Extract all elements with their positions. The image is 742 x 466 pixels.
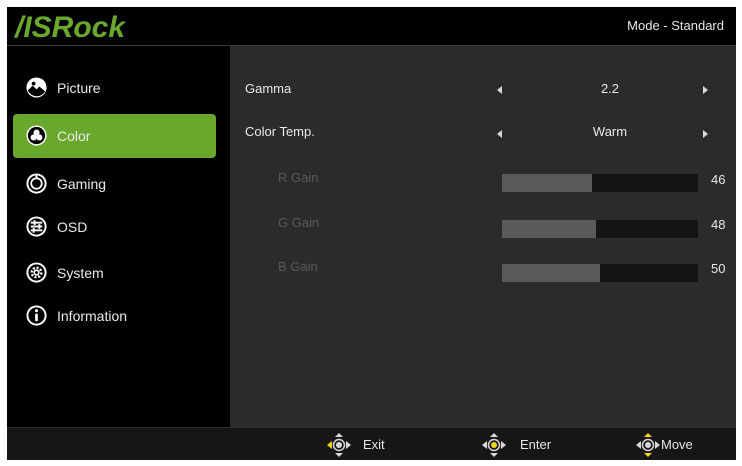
sidebar: Picture Color Gaming OSD System Informat… <box>7 46 230 427</box>
sidebar-item-label: System <box>57 265 104 281</box>
g-gain-slider-fill <box>502 220 597 238</box>
footer-bar: Exit Enter Move <box>7 427 736 460</box>
move-label: Move <box>661 437 693 452</box>
sidebar-item-system[interactable]: System <box>13 251 216 295</box>
b-gain-slider[interactable] <box>502 264 698 282</box>
move-hint: Move <box>635 433 715 457</box>
header-bar: /ISRock Mode - Standard <box>7 7 736 46</box>
picture-icon <box>26 77 47 98</box>
move-joystick-icon <box>636 433 660 457</box>
sidebar-item-information[interactable]: Information <box>13 294 216 338</box>
osd-window: /ISRock Mode - Standard Picture Color Ga… <box>7 7 736 460</box>
system-icon <box>26 262 47 283</box>
color-temp-value: Warm <box>592 124 628 139</box>
mode-label: Mode - Standard <box>627 18 724 33</box>
enter-label: Enter <box>520 437 552 452</box>
sidebar-item-label: Gaming <box>57 176 107 192</box>
g-gain-value: 48 <box>711 217 726 232</box>
gamma-label: Gamma <box>245 81 292 96</box>
gamma-left-arrow-icon[interactable] <box>497 86 502 94</box>
sidebar-item-label: Information <box>57 308 128 324</box>
gaming-icon <box>26 173 47 194</box>
gamma-value: 2.2 <box>600 81 620 96</box>
osd-icon <box>26 216 47 237</box>
g-gain-slider[interactable] <box>502 220 698 238</box>
g-gain-label: G Gain <box>278 215 320 230</box>
enter-hint: Enter <box>481 433 561 457</box>
sidebar-item-color[interactable]: Color <box>13 114 216 158</box>
information-icon <box>26 305 47 326</box>
asrock-logo: /ISRock <box>13 11 126 43</box>
color-settings-panel: Gamma 2.2 Color Temp. Warm R Gain 46 G G… <box>230 46 736 427</box>
enter-joystick-icon <box>482 433 506 457</box>
gamma-right-arrow-icon[interactable] <box>703 86 708 94</box>
sidebar-item-label: Color <box>57 128 91 144</box>
sidebar-item-label: OSD <box>57 219 88 235</box>
color-temp-right-arrow-icon[interactable] <box>703 130 708 138</box>
exit-joystick-icon <box>327 433 351 457</box>
sidebar-item-label: Picture <box>57 80 101 96</box>
r-gain-label: R Gain <box>278 170 319 185</box>
color-temp-left-arrow-icon[interactable] <box>497 130 502 138</box>
color-temp-label: Color Temp. <box>245 124 315 139</box>
sidebar-item-osd[interactable]: OSD <box>13 205 216 249</box>
exit-hint: Exit <box>326 433 386 457</box>
sidebar-item-gaming[interactable]: Gaming <box>13 162 216 206</box>
sidebar-item-picture[interactable]: Picture <box>13 66 216 110</box>
b-gain-slider-fill <box>502 264 600 282</box>
color-icon <box>26 125 47 146</box>
r-gain-slider-fill <box>502 174 593 192</box>
svg-text:/ISRock: /ISRock <box>13 11 126 43</box>
r-gain-slider[interactable] <box>502 174 698 192</box>
b-gain-value: 50 <box>711 261 726 276</box>
r-gain-value: 46 <box>711 172 726 187</box>
b-gain-label: B Gain <box>278 259 318 274</box>
exit-label: Exit <box>363 437 385 452</box>
